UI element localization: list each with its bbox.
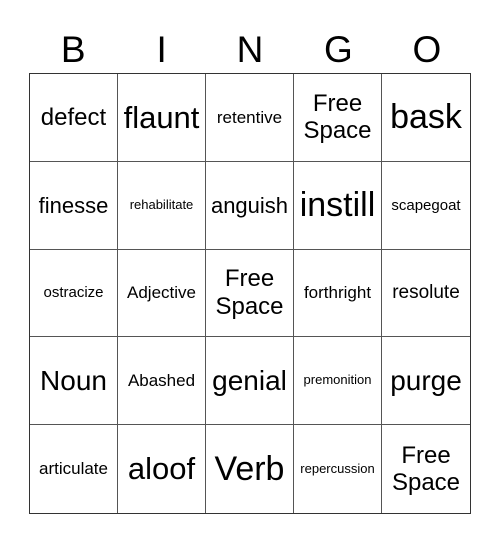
bingo-cell: instill xyxy=(294,161,382,250)
free-space-cell: Free Space xyxy=(391,441,461,497)
header-letter-n: N xyxy=(236,29,264,70)
bingo-grid: defect flaunt retentive Free Space bask … xyxy=(29,73,471,514)
bingo-cell: Verb xyxy=(206,425,294,513)
bingo-cell: genial xyxy=(206,337,294,426)
header-letter-g: G xyxy=(324,29,353,70)
bingo-cell: bask xyxy=(382,74,470,162)
bingo-header: B I N G O xyxy=(29,28,471,72)
bingo-cell: scapegoat xyxy=(382,162,470,250)
bingo-cell: resolute xyxy=(382,250,470,338)
bingo-cell: premonition xyxy=(294,337,382,426)
bingo-cell: rehabilitate xyxy=(118,161,206,250)
header-letter-i: I xyxy=(156,29,167,70)
free-space-cell: Free Space xyxy=(206,249,294,338)
header-letter-o: O xyxy=(412,29,442,70)
bingo-cell: articulate xyxy=(30,425,118,513)
bingo-cell: anguish xyxy=(206,161,294,250)
bingo-cell: purge xyxy=(382,337,470,426)
free-space-cell: Free Space xyxy=(294,74,382,162)
bingo-cell: repercussion xyxy=(294,425,382,513)
bingo-cell: retentive xyxy=(206,74,294,162)
bingo-cell: aloof xyxy=(118,425,206,513)
bingo-cell: flaunt xyxy=(118,74,206,162)
header-letter-b: B xyxy=(60,29,86,70)
bingo-cell: forthright xyxy=(294,249,382,338)
bingo-cell: ostracize xyxy=(30,249,118,338)
bingo-cell: defect xyxy=(30,74,118,162)
bingo-cell: Noun xyxy=(30,337,118,426)
bingo-cell: Abashed xyxy=(118,337,206,426)
bingo-cell: Adjective xyxy=(118,249,206,338)
bingo-cell: finesse xyxy=(30,161,118,250)
